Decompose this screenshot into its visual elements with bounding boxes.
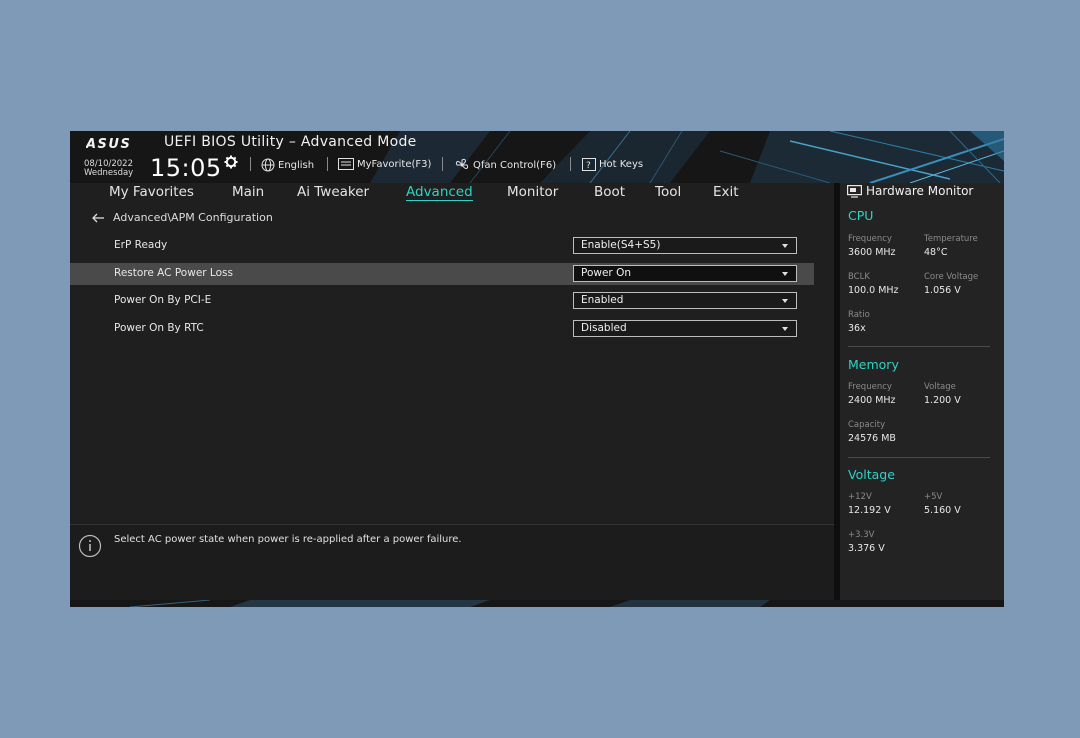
memory-voltage-value: 1.200 V xyxy=(924,395,961,406)
header-separator xyxy=(250,157,251,171)
menu-main[interactable]: Main xyxy=(232,184,264,200)
header-bar: ASUS UEFI BIOS Utility – Advanced Mode 0… xyxy=(70,131,1004,183)
svg-text:?: ? xyxy=(586,161,591,171)
chevron-down-icon xyxy=(782,327,788,331)
breadcrumb-path: Advanced\APM Configuration xyxy=(113,211,273,224)
cpu-core-voltage-label: Core Voltage xyxy=(924,272,979,282)
chevron-down-icon xyxy=(782,244,788,248)
dropdown-value: Enable(S4+S5) xyxy=(581,239,661,251)
menu-monitor[interactable]: Monitor xyxy=(507,184,558,200)
voltage-5v-label: +5V xyxy=(924,492,943,502)
cpu-ratio-label: Ratio xyxy=(848,310,870,320)
power-on-by-pci-e-dropdown[interactable]: Enabled xyxy=(573,292,797,309)
help-panel: Select AC power state when power is re-a… xyxy=(70,524,834,600)
voltage-5v-value: 5.160 V xyxy=(924,505,961,516)
header-separator xyxy=(570,157,571,171)
hot-keys-button[interactable]: ? Hot Keys xyxy=(582,158,643,171)
cpu-frequency-value: 3600 MHz xyxy=(848,247,896,258)
setting-row-restore-ac-power-loss[interactable]: Restore AC Power Loss Power On xyxy=(70,263,814,285)
memory-heading: Memory xyxy=(848,357,899,372)
hot-keys-label: Hot Keys xyxy=(599,159,644,170)
cpu-heading: CPU xyxy=(848,208,874,223)
cpu-ratio-value: 36x xyxy=(848,323,866,334)
section-divider xyxy=(848,346,990,347)
cpu-temperature-label: Temperature xyxy=(924,234,978,244)
memory-frequency-value: 2400 MHz xyxy=(848,395,896,406)
dropdown-value: Power On xyxy=(581,267,632,279)
clock-display: 15:05 xyxy=(150,154,222,182)
header-separator xyxy=(442,157,443,171)
setting-row-power-on-by-rtc[interactable]: Power On By RTC Disabled xyxy=(70,318,814,340)
voltage-12v-label: +12V xyxy=(848,492,872,502)
menu-advanced[interactable]: Advanced xyxy=(406,184,473,201)
setting-label: Restore AC Power Loss xyxy=(114,267,233,279)
menu-tool[interactable]: Tool xyxy=(655,184,681,200)
myfavorite-label: MyFavorite(F3) xyxy=(357,158,432,170)
hardware-monitor-title: Hardware Monitor xyxy=(847,184,973,198)
favorite-icon xyxy=(338,158,354,170)
menu-boot[interactable]: Boot xyxy=(594,184,625,200)
info-icon xyxy=(78,534,102,558)
chevron-down-icon xyxy=(782,299,788,303)
setting-label: Power On By RTC xyxy=(114,322,204,334)
dropdown-value: Enabled xyxy=(581,294,624,306)
language-label: English xyxy=(278,159,315,171)
svg-text:ASUS: ASUS xyxy=(86,137,131,149)
weekday-text: Wednesday xyxy=(84,168,134,178)
setting-label: Power On By PCI-E xyxy=(114,294,212,306)
dropdown-value: Disabled xyxy=(581,322,627,334)
globe-icon xyxy=(261,158,275,172)
bios-window: ASUS UEFI BIOS Utility – Advanced Mode 0… xyxy=(70,131,1004,607)
voltage-12v-value: 12.192 V xyxy=(848,505,891,516)
qfan-control-button[interactable]: Qfan Control(F6) xyxy=(454,158,556,172)
header-separator xyxy=(327,157,328,171)
cpu-bclk-value: 100.0 MHz xyxy=(848,285,899,296)
fan-icon xyxy=(455,158,469,169)
restore-ac-power-loss-dropdown[interactable]: Power On xyxy=(573,265,797,282)
gear-icon[interactable] xyxy=(224,155,238,169)
voltage-heading: Voltage xyxy=(848,467,895,482)
language-button[interactable]: English xyxy=(261,158,314,172)
menu-ai-tweaker[interactable]: Ai Tweaker xyxy=(297,184,369,200)
help-text: Select AC power state when power is re-a… xyxy=(114,534,462,545)
erp-ready-dropdown[interactable]: Enable(S4+S5) xyxy=(573,237,797,254)
chevron-down-icon xyxy=(782,272,788,276)
hardware-monitor-panel: Hardware Monitor CPU Frequency Temperatu… xyxy=(840,183,1004,600)
memory-capacity-label: Capacity xyxy=(848,420,886,430)
hardware-monitor-label: Hardware Monitor xyxy=(866,184,974,198)
myfavorite-button[interactable]: MyFavorite(F3) xyxy=(338,158,431,170)
cpu-frequency-label: Frequency xyxy=(848,234,892,244)
back-arrow-icon[interactable] xyxy=(92,213,105,223)
setting-row-erp-ready[interactable]: ErP Ready Enable(S4+S5) xyxy=(70,235,814,257)
section-divider xyxy=(848,457,990,458)
setting-label: ErP Ready xyxy=(114,239,168,251)
voltage-3v3-label: +3.3V xyxy=(848,530,875,540)
memory-capacity-value: 24576 MB xyxy=(848,433,896,444)
cpu-temperature-value: 48°C xyxy=(924,247,948,258)
qfan-control-label: Qfan Control(F6) xyxy=(473,159,557,171)
memory-voltage-label: Voltage xyxy=(924,382,956,392)
cpu-bclk-label: BCLK xyxy=(848,272,870,282)
menu-my-favorites[interactable]: My Favorites xyxy=(109,184,194,200)
breadcrumb: Advanced\APM Configuration xyxy=(92,211,273,224)
main-menu: My Favorites Main Ai Tweaker Advanced Mo… xyxy=(70,183,834,207)
voltage-3v3-value: 3.376 V xyxy=(848,543,885,554)
help-icon: ? xyxy=(582,158,596,171)
menu-exit[interactable]: Exit xyxy=(713,184,739,200)
asus-logo: ASUS xyxy=(86,137,131,149)
power-on-by-rtc-dropdown[interactable]: Disabled xyxy=(573,320,797,337)
monitor-icon xyxy=(847,184,862,198)
bios-title: UEFI BIOS Utility – Advanced Mode xyxy=(164,134,417,150)
cpu-core-voltage-value: 1.056 V xyxy=(924,285,961,296)
date-display: 08/10/2022 Wednesday xyxy=(84,160,133,178)
setting-row-power-on-by-pci-e[interactable]: Power On By PCI-E Enabled xyxy=(70,290,814,312)
footer-decoration xyxy=(70,600,1004,607)
memory-frequency-label: Frequency xyxy=(848,382,892,392)
